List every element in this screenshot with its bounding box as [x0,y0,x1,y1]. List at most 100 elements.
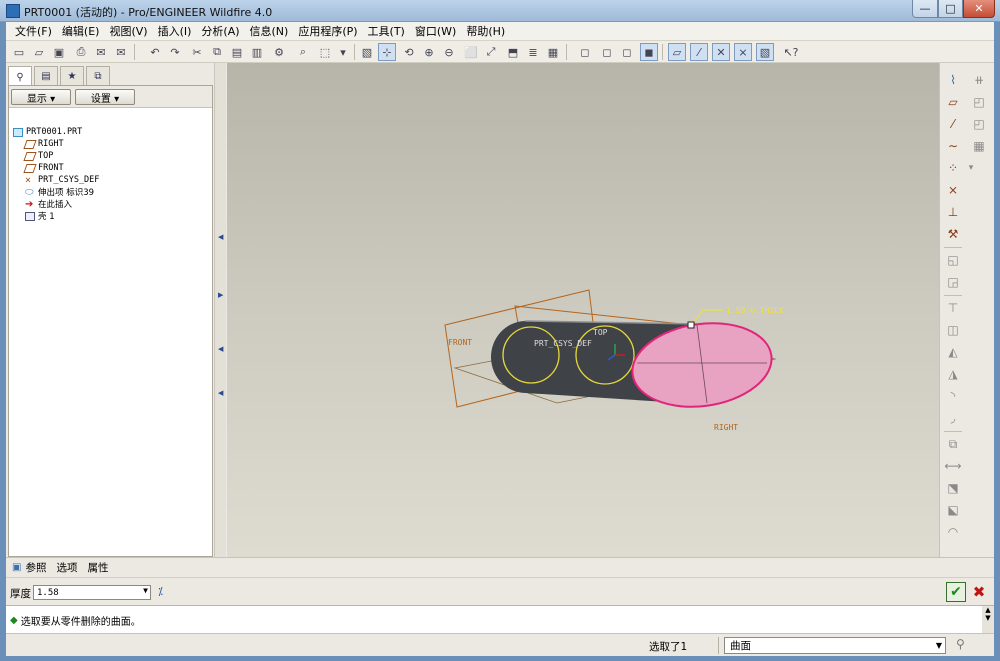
view-manager-icon[interactable]: ▦ [544,43,562,61]
sketch-icon[interactable]: ⌇ [944,71,962,89]
datum-point-dropdown-icon[interactable]: ▾ [962,159,980,177]
tab-references[interactable]: 参照 [25,560,46,575]
thickness-input[interactable]: 1.58 ▼ [33,585,151,600]
tree-item-shell[interactable]: 壳 1 [13,210,99,222]
tree-item-top[interactable]: TOP [13,150,99,162]
tree-item-front[interactable]: FRONT [13,162,99,174]
zoom-out-icon[interactable]: ⊖ [440,43,458,61]
extend-tool-icon[interactable]: ◠ [944,523,962,541]
refit-icon[interactable]: ⬜ [462,43,480,61]
menu-edit[interactable]: 编辑(E) [57,23,105,39]
copy-feature-icon[interactable]: ⧉ [944,435,962,453]
datum-axes-icon[interactable]: ⁄ [690,43,708,61]
selection-filter[interactable]: 曲面 ▼ [724,637,946,654]
datum-planes-icon[interactable]: ▱ [668,43,686,61]
model-tree-tab[interactable]: ⚲ [8,66,32,87]
rib-tool-icon[interactable]: ◭ [944,343,962,361]
tree-item-insert-here[interactable]: ➔ 在此插入 [13,198,99,210]
copy-tool-icon[interactable]: ◰ [970,115,988,133]
pattern-tool-icon[interactable]: ▦ [970,137,988,155]
collapse-arrow-icon[interactable]: ◀ [218,389,223,397]
datum-points-icon[interactable]: ✕ [712,43,730,61]
folder-browser-tab[interactable]: ▤ [34,66,58,86]
tree-item-protrusion[interactable]: ⬭ 伸出项 标识39 [13,186,99,198]
context-help-icon[interactable]: ↖? [782,43,800,61]
menu-window[interactable]: 窗口(W) [410,23,461,39]
datum-curve-tool-icon[interactable]: ∼ [944,137,962,155]
menu-file[interactable]: 文件(F) [10,23,57,39]
resize-grip-icon[interactable]: ⚲ [956,637,965,651]
cancel-button[interactable]: ✖ [969,582,989,602]
no-hidden-icon[interactable]: ◻ [618,43,636,61]
chevron-down-icon[interactable]: ▼ [143,586,148,595]
trim-tool-icon[interactable]: ⬕ [944,501,962,519]
layers-icon[interactable]: ≣ [524,43,542,61]
merge-tool-icon[interactable]: ⬔ [944,479,962,497]
graphics-window[interactable]: FRONT TOP RIGHT PRT_CSYS_DEF 1.58 O.THIC… [227,63,939,557]
history-tab[interactable]: ⧉ [86,66,110,86]
regenerate-icon[interactable]: ⚙ [270,43,288,61]
coordinate-systems-icon[interactable]: ⨯ [734,43,752,61]
collapse-arrow-icon[interactable]: ◀ [218,233,223,241]
display-dropdown[interactable]: 显示 ▾ [11,89,71,105]
undo-icon[interactable]: ↶ [146,43,164,61]
collapse-arrow-icon[interactable]: ◀ [218,345,223,353]
maximize-button[interactable]: □ [938,0,963,18]
new-icon[interactable]: ▭ [10,43,28,61]
send-mail-attach-icon[interactable]: ✉ [112,43,130,61]
settings-dropdown[interactable]: 设置 ▾ [75,89,135,105]
copy-icon[interactable]: ⧉ [208,43,226,61]
repaint-icon[interactable]: ▧ [358,43,376,61]
selection-box-icon[interactable]: ⬚ [316,43,334,61]
analysis-tool-icon[interactable]: ⊥ [944,203,962,221]
orient-mode-icon[interactable]: ⟲ [400,43,418,61]
menu-info[interactable]: 信息(N) [245,23,294,39]
mirror-tool-icon[interactable]: ⟷ [944,457,962,475]
print-icon[interactable]: ⎙ [72,43,90,61]
message-scrollbar[interactable]: ▲ ▼ [982,606,994,634]
apply-button[interactable]: ✔ [946,582,966,602]
cut-icon[interactable]: ✂ [188,43,206,61]
send-mail-icon[interactable]: ✉ [92,43,110,61]
shading-icon[interactable]: ◼ [640,43,658,61]
paste-icon[interactable]: ▤ [228,43,246,61]
annotations-icon[interactable]: ▧ [756,43,774,61]
chevron-down-icon[interactable]: ▼ [936,641,942,650]
tree-item-root[interactable]: PRT0001.PRT [13,126,99,138]
revolve-tool-icon[interactable]: ◲ [944,273,962,291]
datum-point-tool-icon[interactable]: ⁘ [944,159,962,177]
csys-tool-icon[interactable]: ⨯ [944,181,962,199]
selection-dropdown-icon[interactable]: ▾ [334,43,352,61]
menu-view[interactable]: 视图(V) [104,23,152,39]
round-tool-icon[interactable]: ◝ [944,387,962,405]
favorites-tab[interactable]: ★ [60,66,84,86]
spin-center-icon[interactable]: ⊹ [378,43,396,61]
extrude-tool-icon[interactable]: ◱ [944,251,962,269]
menu-analysis[interactable]: 分析(A) [196,23,244,39]
expand-arrow-icon[interactable]: ▶ [218,291,223,299]
shell-tool-icon[interactable]: ◰ [970,93,988,111]
hole-tool-icon[interactable]: ⊤ [944,299,962,317]
paste-special-icon[interactable]: ▥ [248,43,266,61]
minimize-button[interactable]: — [912,0,938,18]
model-tools-icon[interactable]: ⧺ [970,71,988,89]
flip-direction-icon[interactable]: ⁒ [158,585,163,598]
redo-icon[interactable]: ↷ [166,43,184,61]
saved-views-icon[interactable]: ⬒ [504,43,522,61]
datum-plane-tool-icon[interactable]: ▱ [944,93,962,111]
datum-axis-tool-icon[interactable]: ⁄ [944,115,962,133]
menu-tools[interactable]: 工具(T) [363,23,410,39]
hidden-line-icon[interactable]: ◻ [598,43,616,61]
tree-item-right[interactable]: RIGHT [13,138,99,150]
menu-applications[interactable]: 应用程序(P) [293,23,362,39]
close-button[interactable]: ✕ [963,0,995,18]
navigator-splitter[interactable]: ◀ ▶ ◀ ◀ [214,63,226,557]
draft-tool-icon[interactable]: ◮ [944,365,962,383]
wireframe-icon[interactable]: ◻ [576,43,594,61]
menu-help[interactable]: 帮助(H) [461,23,510,39]
save-icon[interactable]: ▣ [50,43,68,61]
tab-properties[interactable]: 属性 [87,560,108,575]
thickness-dimension-label[interactable]: 1.58 O.THICK [726,306,784,315]
tree-item-csys[interactable]: ⨯ PRT_CSYS_DEF [13,174,99,186]
reorient-icon[interactable]: ⤢ [482,43,500,61]
